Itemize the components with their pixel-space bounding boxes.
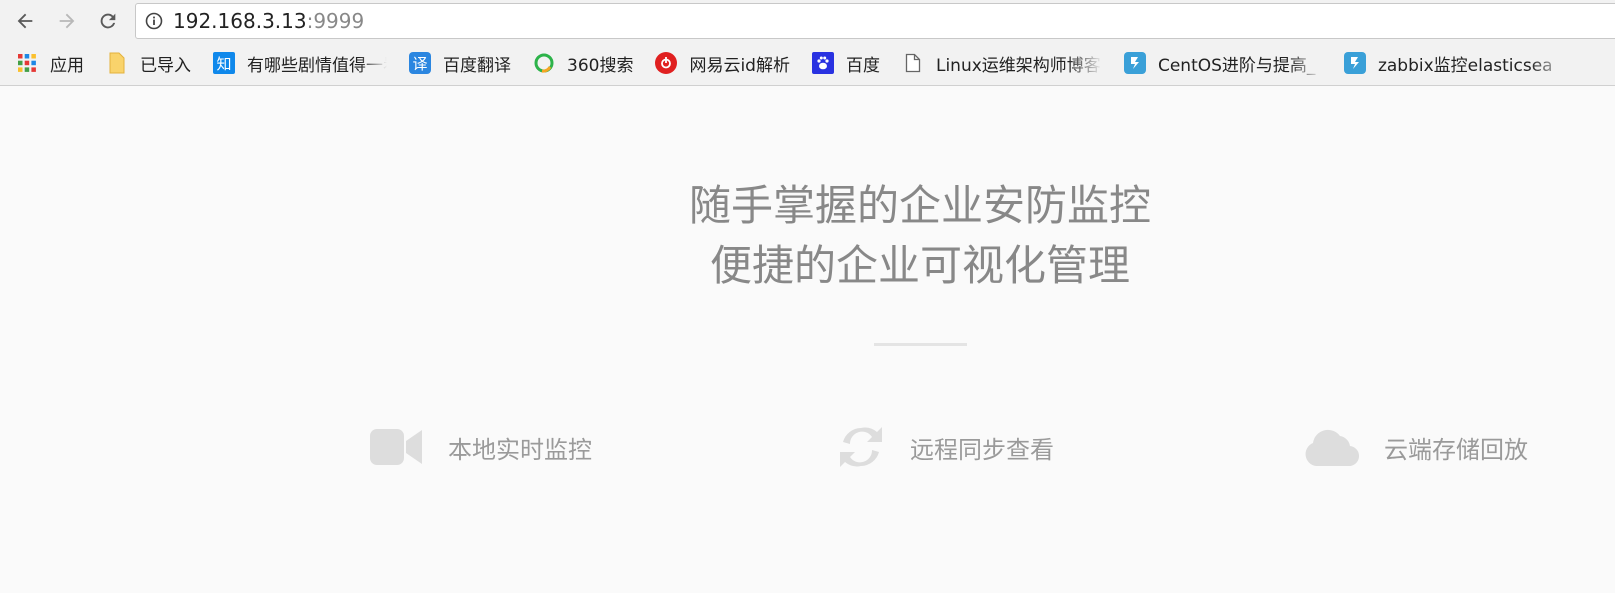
- page-icon: [902, 52, 924, 74]
- feature-label: 远程同步查看: [910, 435, 1054, 464]
- url-text[interactable]: 192.168.3.13:9999: [173, 9, 364, 33]
- feature-label: 本地实时监控: [448, 435, 592, 464]
- video-camera-icon: [370, 429, 422, 465]
- arrow-right-icon: [59, 13, 75, 29]
- folder-icon: [106, 52, 128, 74]
- back-button[interactable]: [10, 6, 40, 36]
- bookmark-baidu[interactable]: 百度: [808, 48, 884, 78]
- bookmark-netease[interactable]: 网易云id解析: [651, 48, 794, 78]
- baidu-paw-icon: [811, 52, 834, 74]
- bookmark-label: CentOS进阶与提高_: [1157, 55, 1316, 76]
- cloud-icon: [1305, 429, 1360, 467]
- bookmark-linux-blog[interactable]: Linux运维架构师博客: [898, 48, 1106, 78]
- bookmark-label: zabbix监控elasticsea: [1377, 55, 1553, 76]
- forward-button[interactable]: [52, 6, 82, 36]
- feature-local-monitor: 本地实时监控: [368, 420, 592, 474]
- bookmark-label: 应用: [50, 55, 84, 76]
- bookmark-centos[interactable]: CentOS进阶与提高_: [1120, 48, 1326, 78]
- sync-icon: [840, 427, 882, 467]
- reload-button[interactable]: [93, 6, 123, 36]
- bookmark-label: 有哪些剧情值得一看: [247, 55, 387, 76]
- url-port: :9999: [306, 9, 365, 33]
- address-bar[interactable]: 192.168.3.13:9999: [135, 3, 1615, 39]
- bookmark-label: 已导入: [140, 55, 191, 76]
- bookmarks-bar: 应用 已导入 知 有哪些剧情值得一看 译 百度翻译 360搜索 网易云id解析: [0, 46, 1615, 80]
- hero-heading: 随手掌握的企业安防监控 便捷的企业可视化管理: [0, 176, 1615, 296]
- bookmark-label: 百度翻译: [443, 55, 511, 76]
- bookmark-label: 网易云id解析: [689, 55, 790, 76]
- baidu-translate-icon: 译: [409, 52, 431, 74]
- feature-label: 云端存储回放: [1384, 435, 1528, 464]
- arrow-left-icon: [17, 13, 33, 29]
- apps-grid-icon: [16, 52, 38, 74]
- feature-remote-sync: 远程同步查看: [836, 420, 1054, 474]
- feature-cloud-storage: 云端存储回放: [1302, 420, 1528, 474]
- hero-line-1: 随手掌握的企业安防监控: [688, 181, 1151, 230]
- url-host: 192.168.3.13: [173, 9, 307, 33]
- reload-icon: [100, 13, 116, 29]
- bookmark-label: 360搜索: [567, 55, 634, 76]
- bookmark-label: 百度: [845, 55, 880, 76]
- bookmark-360-search[interactable]: 360搜索: [529, 48, 637, 78]
- bookmark-apps[interactable]: 应用: [12, 48, 88, 78]
- bookmark-imported-folder[interactable]: 已导入: [102, 48, 195, 78]
- bookmark-baidu-translate[interactable]: 译 百度翻译: [405, 48, 515, 78]
- cnblogs-icon: [1343, 52, 1366, 74]
- bookmark-zabbix[interactable]: zabbix监控elasticsea: [1340, 48, 1572, 78]
- info-icon[interactable]: [145, 12, 163, 30]
- browser-chrome: 192.168.3.13:9999 应用 已导入 知 有哪些剧情值得一看 译 百…: [0, 0, 1615, 86]
- hero-line-2: 便捷的企业可视化管理: [709, 241, 1130, 290]
- 360-search-icon: [533, 52, 555, 74]
- bookmark-label: Linux运维架构师博客: [935, 55, 1101, 76]
- divider: [874, 343, 967, 346]
- zhihu-icon: 知: [213, 52, 235, 74]
- cnblogs-icon: [1123, 52, 1146, 74]
- netease-music-icon: [655, 52, 678, 74]
- bookmark-zhihu[interactable]: 知 有哪些剧情值得一看: [209, 48, 391, 78]
